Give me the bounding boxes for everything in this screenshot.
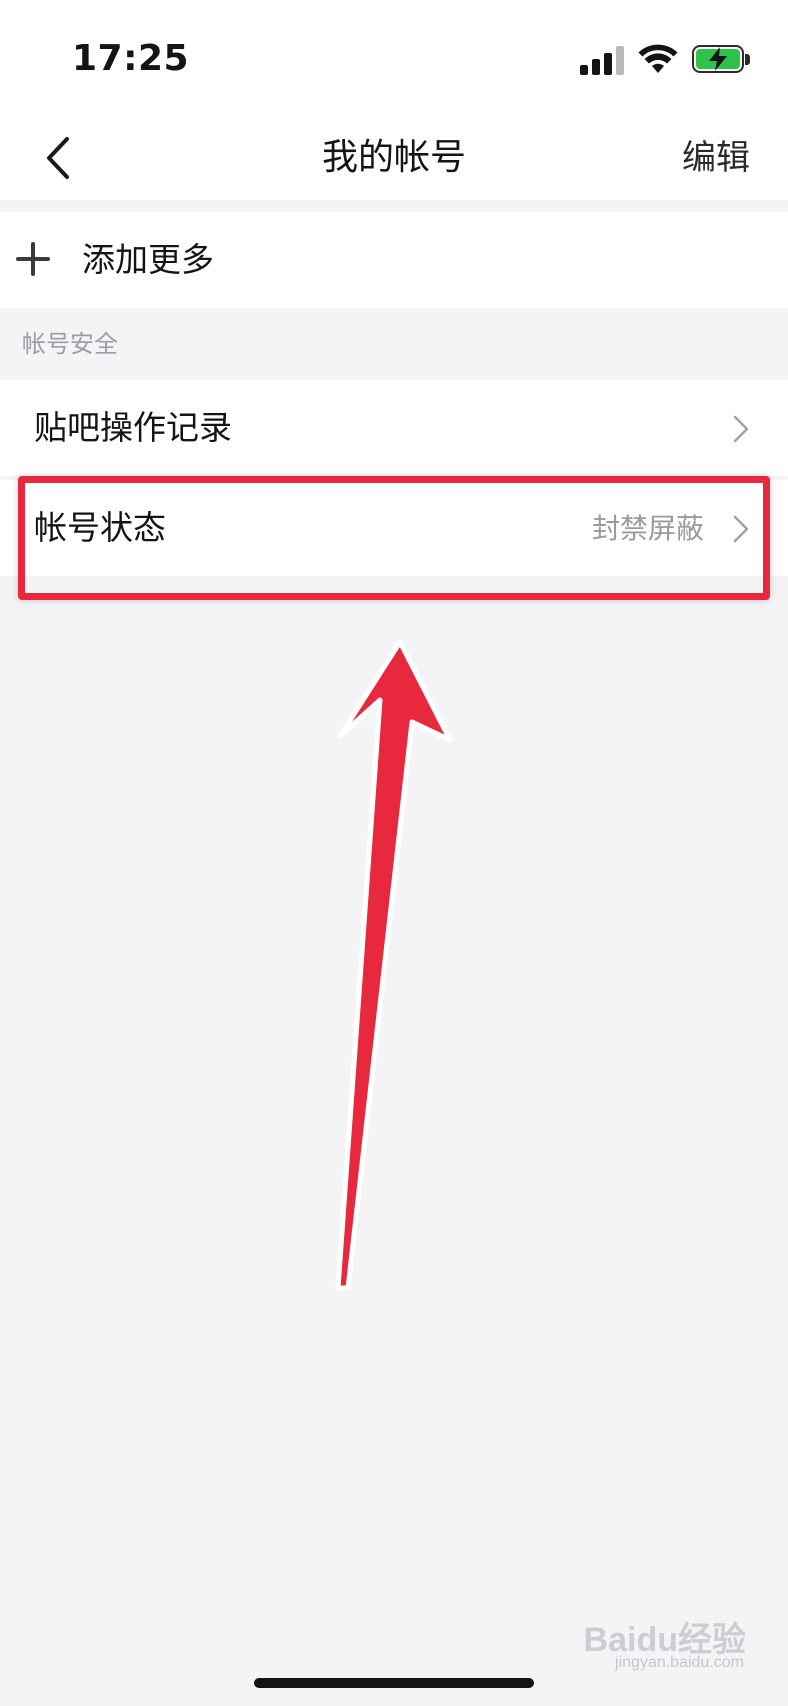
list-item-label: 贴吧操作记录 (34, 408, 232, 447)
navigation-bar: 我的帐号 编辑 (0, 118, 788, 200)
edit-button[interactable]: 编辑 (682, 130, 750, 186)
chevron-right-icon (733, 515, 749, 543)
account-status-value: 封禁屏蔽 (591, 512, 704, 545)
page-title: 我的帐号 (321, 137, 466, 178)
chevron-right-icon (733, 415, 749, 443)
status-time: 17:25 (72, 38, 190, 79)
status-bar: 17:25 (0, 0, 788, 118)
plus-icon (16, 242, 50, 276)
add-more-button[interactable]: 添加更多 (0, 212, 788, 308)
list-item-account-status[interactable]: 帐号状态 封禁屏蔽 (0, 480, 788, 576)
add-more-label: 添加更多 (82, 240, 214, 279)
watermark-url: jingyan.baidu.com (615, 1654, 744, 1671)
list-item-tieba-operation-log[interactable]: 贴吧操作记录 (0, 380, 788, 476)
section-header-account-security: 帐号安全 (22, 330, 118, 358)
cellular-signal-icon (580, 45, 624, 75)
annotation-arrow (335, 639, 453, 1291)
wifi-icon (638, 44, 678, 73)
battery-charging-icon (692, 45, 752, 75)
status-icons (580, 42, 752, 78)
home-indicator[interactable] (254, 1678, 534, 1688)
list-item-label: 帐号状态 (34, 508, 166, 547)
